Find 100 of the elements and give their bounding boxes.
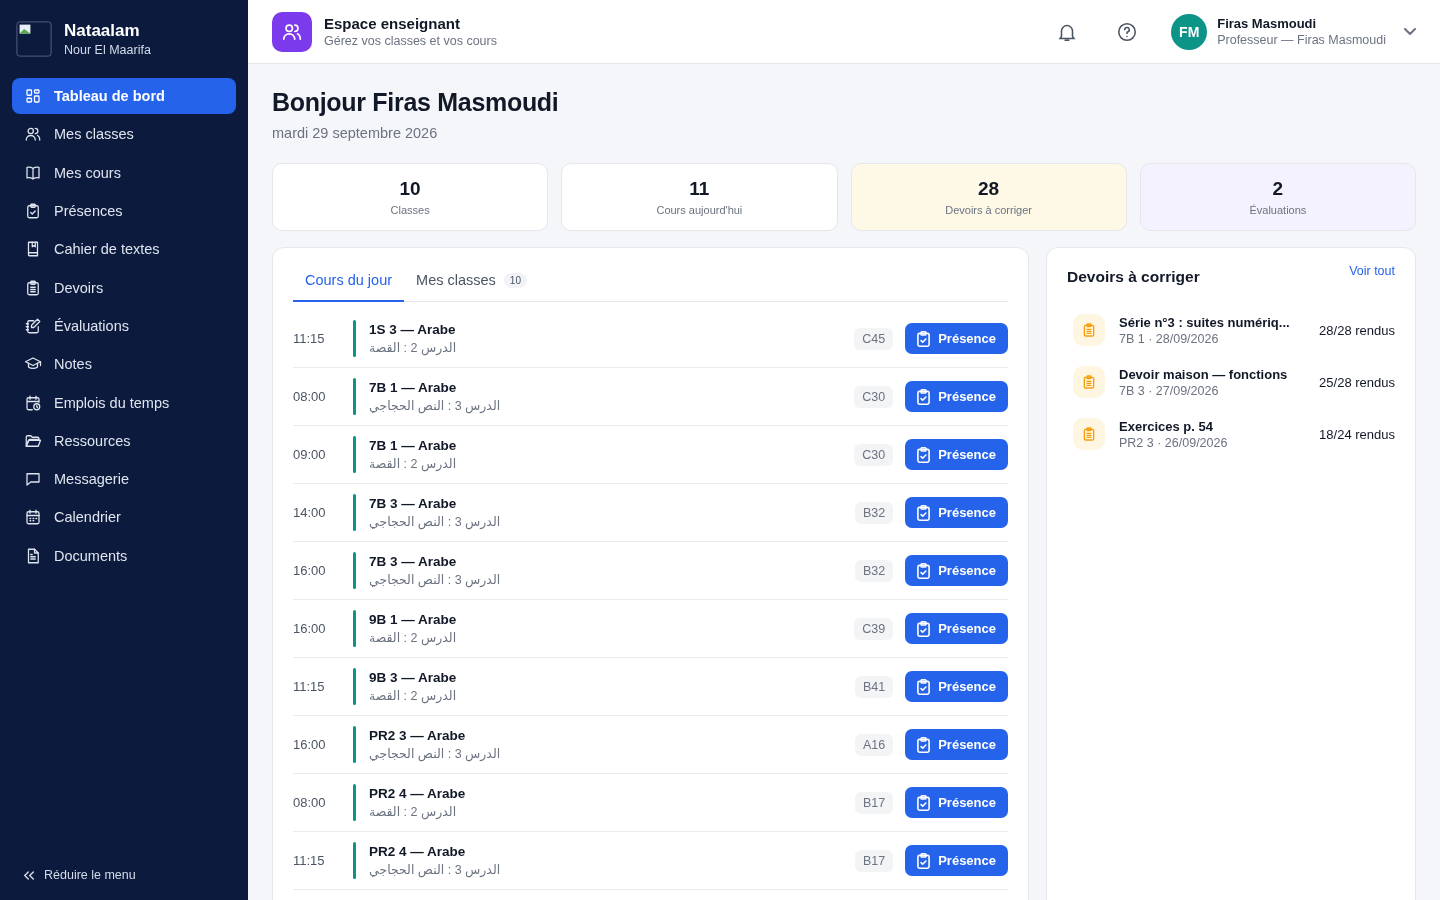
course-title: PR2 4 — Arabe	[369, 786, 467, 801]
nav-item[interactable]: Mes cours	[12, 154, 236, 191]
homework-meta: PR2 3 · 26/09/2026	[1119, 435, 1229, 450]
user-menu[interactable]: FM Firas Masmoudi Professeur — Firas Masmoudi	[1171, 13, 1416, 50]
homework-title: Série n°3 : suites numériq...	[1119, 314, 1291, 330]
date-text: mardi 29 septembre 2026	[272, 125, 439, 141]
accent-bar	[353, 610, 356, 647]
double-chevron-left-icon	[24, 870, 34, 880]
clipboard-check-icon	[917, 678, 931, 695]
tab[interactable]: Cours du jour	[293, 264, 405, 302]
attendance-button[interactable]: Présence	[905, 323, 1008, 354]
nav-item[interactable]: Mes classes	[12, 116, 236, 153]
see-all-link[interactable]: Voir tout	[1349, 264, 1395, 278]
course-title: 7B 1 — Arabe	[369, 380, 458, 395]
attendance-button[interactable]: Présence	[905, 613, 1008, 644]
broken-image-icon	[16, 19, 52, 59]
nav-item[interactable]: Tableau de bord	[12, 78, 236, 115]
attendance-button[interactable]: Présence	[905, 555, 1008, 586]
room-badge: C30	[854, 443, 894, 466]
stat-label: Devoirs à corriger	[945, 204, 1033, 216]
users-icon	[272, 11, 312, 52]
count-badge: 10	[503, 272, 527, 288]
lesson-title: الدرس 2 : القصة	[369, 456, 457, 471]
nav-item[interactable]: Calendrier	[12, 499, 236, 536]
calendar-clock-icon	[24, 393, 42, 412]
clipboard-check-icon	[917, 736, 931, 753]
nav-item[interactable]: Notes	[12, 346, 236, 383]
course-title: 9B 1 — Arabe	[369, 612, 458, 627]
clipboard-check-icon	[24, 202, 42, 221]
collapse-menu-button[interactable]: Réduire le menu	[12, 862, 236, 888]
room-badge: B32	[854, 501, 894, 524]
nav-item[interactable]: Emplois du temps	[12, 384, 236, 421]
stat-label: Cours aujourd'hui	[656, 204, 743, 216]
nav-item[interactable]: Ressources	[12, 422, 236, 459]
edit-icon	[24, 316, 42, 335]
brand-name: Nataalam	[64, 21, 141, 41]
attendance-button[interactable]: Présence	[905, 497, 1008, 528]
accent-bar	[353, 668, 356, 705]
nav-item[interactable]: Messagerie	[12, 460, 236, 498]
homework-title: Devoir maison — fonctions	[1119, 366, 1289, 382]
course-title: 1S 3 — Arabe	[369, 322, 457, 337]
accent-bar	[353, 436, 356, 473]
accent-bar	[353, 494, 356, 531]
attendance-button[interactable]: Présence	[905, 845, 1008, 876]
room-badge: C39	[854, 617, 894, 640]
clipboard-check-icon	[917, 388, 931, 405]
accent-bar	[353, 552, 356, 589]
stat-label: Évaluations	[1249, 204, 1307, 216]
course-time: 14:00	[293, 505, 327, 520]
clipboard-check-icon	[917, 446, 931, 463]
accent-bar	[353, 784, 356, 821]
clipboard-check-icon	[917, 562, 931, 579]
course-title: 9B 3 — Arabe	[369, 670, 458, 685]
nav-item[interactable]: Devoirs	[12, 269, 236, 306]
room-badge: C45	[854, 327, 894, 350]
course-time: 11:15	[293, 331, 326, 346]
clipboard-check-icon	[917, 504, 931, 521]
lesson-title: الدرس 3 : النص الحجاجي	[369, 746, 501, 761]
stat-value: 2	[1272, 178, 1284, 200]
lesson-title: الدرس 3 : النص الحجاجي	[369, 398, 501, 413]
nav-item[interactable]: Documents	[12, 537, 236, 574]
accent-bar	[353, 726, 356, 763]
course-time: 11:15	[293, 679, 326, 694]
lesson-title: الدرس 2 : القصة	[369, 804, 457, 819]
stat-value: 11	[689, 178, 710, 200]
course-title: 7B 1 — Arabe	[369, 438, 458, 453]
attendance-button[interactable]: Présence	[905, 381, 1008, 412]
submission-count: 25/28 rendus	[1319, 374, 1395, 390]
accent-bar	[353, 378, 356, 415]
course-time: 09:00	[293, 447, 327, 462]
lesson-title: الدرس 3 : النص الحجاجي	[369, 862, 501, 877]
clipboard-icon	[1073, 418, 1105, 450]
room-badge: B41	[854, 675, 894, 698]
course-time: 16:00	[293, 737, 327, 752]
attendance-button[interactable]: Présence	[905, 787, 1008, 818]
nav-item[interactable]: Présences	[12, 192, 236, 230]
nav-item[interactable]: Cahier de textes	[12, 231, 236, 268]
section-title: Devoirs à corriger	[1067, 268, 1200, 286]
nav-item[interactable]: Évaluations	[12, 307, 236, 345]
attendance-button[interactable]: Présence	[905, 729, 1008, 760]
course-title: PR2 4 — Arabe	[369, 844, 467, 859]
room-badge: B17	[854, 849, 894, 872]
accent-bar	[353, 320, 356, 357]
greeting: Bonjour Firas Masmoudi	[272, 88, 560, 117]
user-name: Firas Masmoudi	[1217, 16, 1318, 31]
submission-count: 28/28 rendus	[1319, 322, 1395, 338]
user-avatar: FM	[1171, 13, 1208, 50]
stat-label: Classes	[390, 204, 430, 216]
lesson-title: الدرس 2 : القصة	[369, 340, 457, 355]
clipboard-check-icon	[917, 794, 931, 811]
help-icon[interactable]	[1116, 20, 1139, 43]
lesson-title: الدرس 2 : القصة	[369, 688, 457, 703]
course-title: 7B 3 — Arabe	[369, 496, 458, 511]
user-role: Professeur — Firas Masmoudi	[1217, 33, 1386, 47]
tab[interactable]: Mes classes 10	[404, 264, 539, 302]
attendance-button[interactable]: Présence	[905, 671, 1008, 702]
course-title: PR2 3 — Arabe	[369, 728, 467, 743]
lesson-title: الدرس 2 : القصة	[369, 630, 457, 645]
attendance-button[interactable]: Présence	[905, 439, 1008, 470]
calendar-icon	[24, 508, 42, 527]
